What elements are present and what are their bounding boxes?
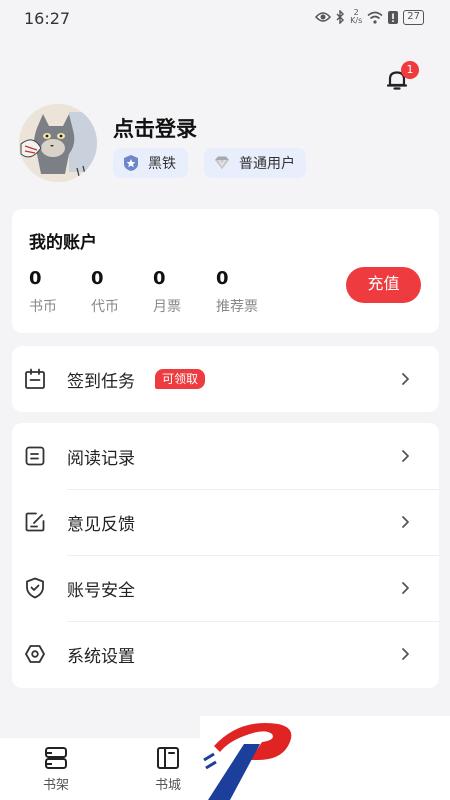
settings-hexagon-icon [25, 645, 45, 663]
bluetooth-icon [336, 10, 345, 24]
stat-value: 0 [153, 268, 166, 289]
account-card: 我的账户 0 书币 0 代币 0 月票 0 推荐票 充值 [12, 209, 439, 333]
watermark-overlay [200, 716, 450, 800]
wifi-icon [367, 11, 383, 24]
battery-indicator: 27 [403, 9, 424, 25]
stat-value: 0 [29, 268, 42, 289]
nav-label: 书架 [42, 778, 69, 793]
bookshelf-icon [45, 747, 67, 769]
avatar-cat-illustration [19, 104, 97, 182]
stat-recommend-tickets[interactable]: 0 推荐票 [216, 268, 258, 316]
stat-monthly-tickets[interactable]: 0 月票 [153, 268, 181, 316]
menu-label: 阅读记录 [67, 448, 135, 469]
bookstore-icon [157, 747, 179, 769]
user-type-tag-label: 普通用户 [239, 156, 295, 172]
chevron-right-icon [402, 373, 409, 385]
menu-label: 系统设置 [67, 646, 135, 667]
status-time: 16:27 [24, 9, 71, 28]
login-prompt[interactable]: 点击登录 [113, 113, 197, 143]
watermark-logo-icon [203, 722, 292, 800]
level-tag-label: 黑铁 [148, 156, 176, 172]
eye-icon [315, 12, 332, 22]
user-type-tag[interactable]: 普通用户 [204, 148, 306, 178]
account-title: 我的账户 [29, 233, 97, 253]
net-speed-unit: K/s [350, 16, 363, 25]
feedback-edit-icon [25, 512, 45, 532]
notification-badge: 1 [401, 61, 419, 79]
menu-label: 签到任务 [67, 371, 135, 392]
reading-history-icon [25, 446, 45, 466]
nav-bookshelf[interactable]: 书架 [26, 746, 86, 793]
chevron-right-icon [402, 648, 409, 660]
stat-book-coins[interactable]: 0 书币 [29, 268, 57, 316]
menu-label: 意见反馈 [67, 514, 135, 535]
stat-value: 0 [216, 268, 229, 289]
status-icons: 2 K/s 27 [315, 9, 424, 25]
level-tag[interactable]: 黑铁 [113, 148, 188, 178]
nav-bookstore[interactable]: 书城 [138, 746, 198, 793]
menu-row-system-settings[interactable]: 系统设置 [12, 621, 439, 687]
stat-tokens[interactable]: 0 代币 [91, 268, 119, 316]
stat-label: 书币 [29, 299, 57, 315]
chevron-right-icon [402, 450, 409, 462]
stat-label: 月票 [153, 299, 181, 315]
nav-label: 书城 [154, 778, 181, 793]
stat-value: 0 [91, 268, 104, 289]
stat-label: 代币 [91, 299, 119, 315]
shield-check-icon [26, 577, 44, 599]
status-bar: 16:27 2 K/s 27 [0, 0, 450, 38]
avatar[interactable] [19, 104, 97, 182]
menu-row-sign-in-tasks[interactable]: 签到任务 可领取 [12, 346, 439, 412]
menu-row-feedback[interactable]: 意见反馈 [12, 489, 439, 555]
recharge-button[interactable]: 充值 [346, 267, 421, 303]
calendar-icon [25, 368, 45, 389]
menu-label: 账号安全 [67, 580, 135, 601]
net-speed: 2 K/s [350, 9, 362, 25]
chevron-right-icon [402, 582, 409, 594]
iron-badge-icon [124, 155, 138, 171]
stat-label: 推荐票 [216, 299, 258, 315]
menu-row-account-security[interactable]: 账号安全 [12, 555, 439, 621]
task-card: 签到任务 可领取 [12, 346, 439, 412]
chevron-right-icon [402, 516, 409, 528]
diamond-icon [215, 156, 229, 169]
claimable-badge: 可领取 [155, 369, 206, 389]
alert-icon [388, 10, 399, 24]
menu-row-reading-history[interactable]: 阅读记录 [12, 423, 439, 489]
menu-card: 阅读记录 意见反馈 账号安全 系统设置 [12, 423, 439, 688]
